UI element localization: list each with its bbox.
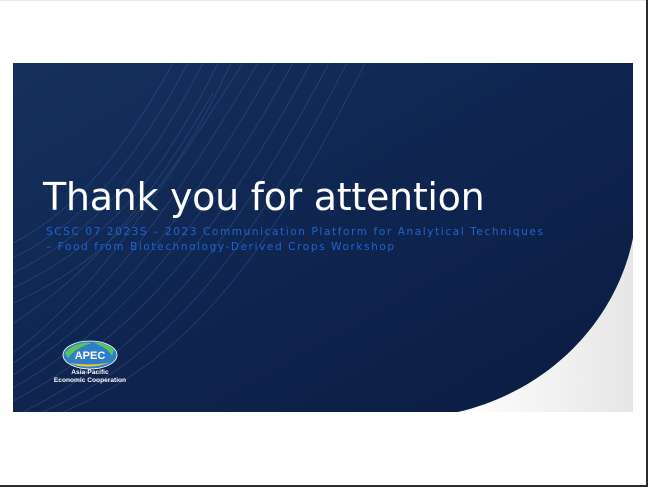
presentation-slide: Thank you for attention SCSC 07 2023S – … <box>13 63 633 412</box>
svg-text:APEC: APEC <box>75 350 106 362</box>
apec-globe-icon: APEC <box>62 340 118 370</box>
subtitle-line-2: – Food from Biotechnology-Derived Crops … <box>46 241 396 253</box>
viewer-right-border <box>646 0 648 487</box>
logo-line-1: Asia-Pacific <box>71 369 109 376</box>
logo-line-2: Economic Cooperation <box>53 377 127 384</box>
apec-logo-text: Asia-Pacific Economic Cooperation <box>40 369 140 385</box>
viewer-top-edge <box>0 0 646 1</box>
slide-title: Thank you for attention <box>43 175 485 219</box>
apec-logo: APEC Asia-Pacific Economic Cooperation <box>40 340 140 390</box>
viewer-bottom-border <box>0 485 648 487</box>
subtitle-line-1: SCSC 07 2023S – 2023 Communication Platf… <box>46 226 545 238</box>
slide-subtitle: SCSC 07 2023S – 2023 Communication Platf… <box>46 225 606 255</box>
